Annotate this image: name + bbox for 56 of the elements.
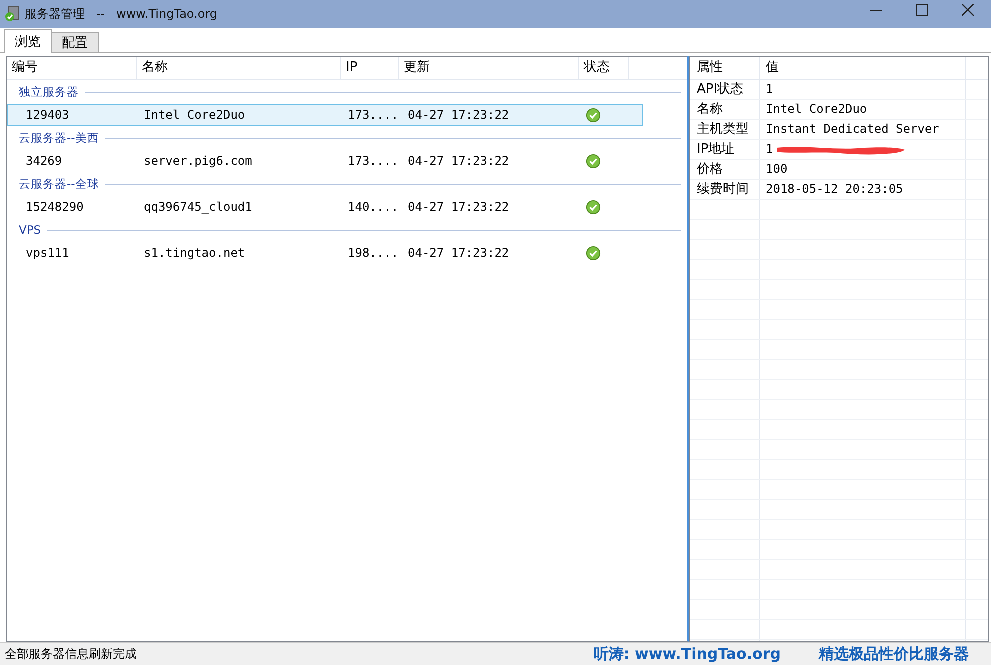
tab[interactable]: 浏览 bbox=[4, 29, 52, 53]
property-name: 价格 bbox=[690, 160, 760, 179]
slogan-link[interactable]: 精选极品性价比服务器 bbox=[819, 644, 969, 664]
property-value: 2018-05-12 20:23:05 bbox=[766, 181, 904, 198]
table-cell-text: s1.tingtao.net bbox=[144, 246, 246, 260]
column-header[interactable]: 名称 bbox=[137, 57, 341, 79]
check-icon bbox=[586, 154, 601, 168]
table-cell-text: 129403 bbox=[26, 108, 70, 122]
group-header: 云服务器--全球 bbox=[19, 176, 100, 192]
property-value: 100 bbox=[766, 161, 788, 178]
property-name: 名称 bbox=[690, 100, 760, 119]
maximize-icon bbox=[916, 4, 928, 16]
table-cell-text: 04-27 17:23:22 bbox=[408, 200, 510, 214]
app-icon bbox=[5, 6, 21, 22]
tab[interactable]: 配置 bbox=[51, 32, 99, 52]
check-icon bbox=[586, 246, 601, 260]
column-header[interactable]: IP bbox=[341, 57, 399, 79]
column-header[interactable]: 值 bbox=[760, 57, 966, 79]
status-message: 全部服务器信息刷新完成 bbox=[4, 646, 137, 662]
check-icon bbox=[586, 200, 601, 214]
column-header[interactable]: 属性 bbox=[690, 57, 760, 79]
table-cell-text: 04-27 17:23:22 bbox=[408, 154, 510, 168]
property-name: API状态 bbox=[690, 80, 760, 99]
table-cell-text: 198.... bbox=[348, 246, 400, 260]
property-value: Instant Dedicated Server bbox=[766, 121, 940, 138]
table-cell-text: 04-27 17:23:22 bbox=[408, 108, 510, 122]
group-header: 独立服务器 bbox=[19, 84, 79, 100]
property-value: 1 bbox=[766, 81, 774, 98]
property-name: 续费时间 bbox=[690, 180, 760, 199]
server-row[interactable]: 129403 Intel Core2Duo 173.... 04-27 17:23:22 bbox=[7, 104, 643, 126]
table-cell-text: 173.... bbox=[348, 108, 400, 122]
server-row[interactable]: 15248290 qq396745_cloud1 140.... 04-27 17:23:22 bbox=[7, 196, 643, 218]
group-header: 云服务器--美西 bbox=[19, 130, 100, 146]
window-title: 服务器管理 -- www.TingTao.org bbox=[25, 6, 218, 22]
property-name: 主机类型 bbox=[690, 120, 760, 139]
column-header[interactable]: 编号 bbox=[7, 57, 137, 79]
table-cell-text: server.pig6.com bbox=[144, 154, 254, 168]
property-name: IP地址 bbox=[690, 140, 760, 159]
server-row[interactable]: vps111 s1.tingtao.net 198.... 04-27 17:23:22 bbox=[7, 242, 643, 264]
table-cell-text: qq396745_cloud1 bbox=[144, 200, 254, 214]
table-cell-text: 173.... bbox=[348, 154, 400, 168]
property-value: 1 bbox=[766, 141, 774, 158]
table-cell-text: 15248290 bbox=[26, 200, 85, 214]
table-cell-text: vps111 bbox=[26, 246, 70, 260]
check-icon bbox=[586, 108, 601, 122]
table-cell-text: Intel Core2Duo bbox=[144, 108, 246, 122]
close-icon bbox=[962, 4, 974, 16]
property-value: Intel Core2Duo bbox=[766, 101, 868, 118]
table-cell-text: 140.... bbox=[348, 200, 400, 214]
table-cell-text: 04-27 17:23:22 bbox=[408, 246, 510, 260]
server-row[interactable]: 34269 server.pig6.com 173.... 04-27 17:23:22 bbox=[7, 150, 643, 172]
group-header: VPS bbox=[19, 223, 42, 237]
column-header[interactable]: 状态 bbox=[579, 57, 629, 79]
column-header[interactable]: 更新 bbox=[399, 57, 579, 79]
table-cell-text: 34269 bbox=[26, 154, 64, 168]
website-link[interactable]: 听涛: www.TingTao.org bbox=[594, 644, 781, 664]
